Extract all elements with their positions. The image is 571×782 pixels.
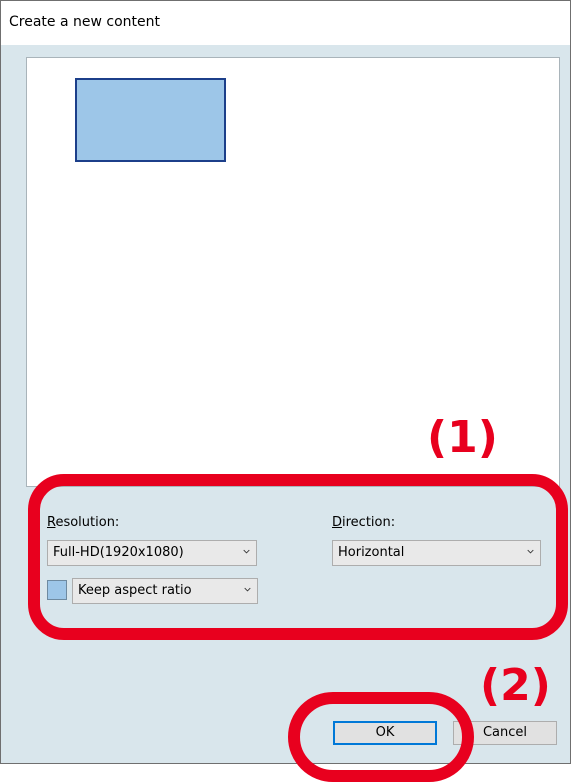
create-content-dialog: Create a new content Resolution: Directi… [0, 0, 571, 764]
color-swatch[interactable] [47, 580, 67, 600]
title-bar: Create a new content [1, 1, 570, 45]
content-preview-rectangle [75, 78, 226, 162]
chevron-down-icon [244, 587, 251, 592]
direction-select[interactable]: Horizontal [332, 540, 541, 566]
cancel-button[interactable]: Cancel [453, 721, 557, 745]
callout-1-label: (1) [427, 412, 498, 463]
direction-select-value: Horizontal [338, 545, 405, 560]
ok-button[interactable]: OK [333, 721, 437, 745]
dialog-title: Create a new content [9, 14, 160, 30]
resolution-select-value: Full-HD(1920x1080) [53, 545, 184, 560]
direction-label: Direction: [332, 515, 396, 530]
chevron-down-icon [527, 549, 534, 554]
aspect-ratio-select-value: Keep aspect ratio [78, 583, 192, 598]
aspect-ratio-select[interactable]: Keep aspect ratio [72, 578, 258, 604]
chevron-down-icon [243, 549, 250, 554]
resolution-select[interactable]: Full-HD(1920x1080) [47, 540, 257, 566]
callout-2-label: (2) [480, 660, 551, 711]
resolution-label: Resolution: [47, 515, 120, 530]
